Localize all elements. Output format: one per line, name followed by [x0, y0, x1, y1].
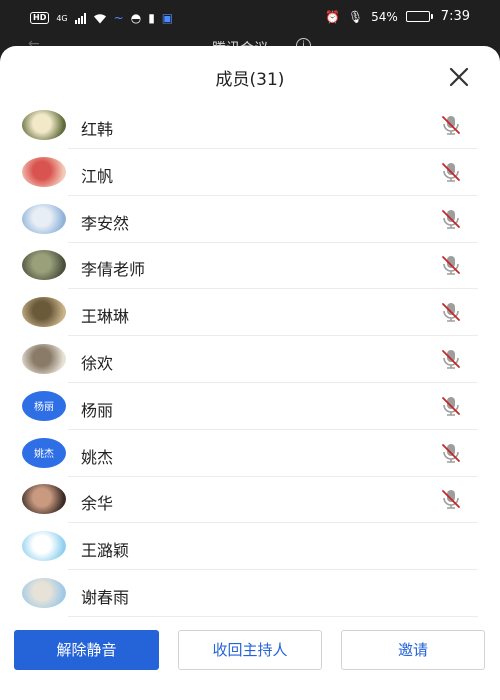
avatar [22, 344, 66, 374]
member-row[interactable]: 杨丽 杨丽 [0, 383, 500, 430]
member-name: 杨丽 [81, 400, 114, 420]
member-row[interactable]: 王潞颖 [0, 523, 500, 571]
avatar [22, 297, 66, 328]
member-name: 红韩 [81, 120, 114, 139]
mic-muted-icon[interactable] [440, 114, 462, 136]
mic-muted-icon[interactable] [440, 301, 462, 323]
member-row[interactable]: 李安然 [0, 196, 500, 243]
member-row[interactable]: 江帆 [0, 149, 500, 196]
avatar: 姚杰 [22, 437, 66, 468]
avatar [22, 203, 66, 234]
reclaim-host-button[interactable]: 收回主持人 [178, 630, 322, 670]
clock: 7:39 [440, 9, 470, 24]
battery-icon [405, 11, 433, 22]
member-name: 余华 [81, 494, 114, 514]
avatar [22, 110, 66, 140]
avatar [22, 156, 66, 187]
member-name: 江帆 [81, 166, 114, 186]
mic-status-icon: 🎙 [347, 9, 364, 24]
sheet-header: 成员(31) [0, 46, 500, 102]
member-name: 徐欢 [81, 354, 114, 373]
member-name: 谢春雨 [81, 588, 130, 607]
avatar [22, 578, 66, 608]
status-left: HD 4G ~ ◓ ▮ ▣ [30, 11, 173, 25]
row-divider [68, 616, 478, 617]
invite-button[interactable]: 邀请 [341, 630, 485, 670]
battery-percent: 54% [371, 9, 398, 24]
avatar [22, 531, 66, 562]
avatar-initials: 杨丽 [34, 402, 54, 414]
avatar [22, 484, 66, 515]
member-row[interactable]: 姚杰 姚杰 [0, 430, 500, 477]
member-row[interactable]: 徐欢 [0, 336, 500, 383]
close-button[interactable] [446, 66, 472, 88]
network-type: 4G [56, 13, 68, 23]
status-right: ⏰ 🎙 54% 7:39 [325, 9, 470, 24]
member-name: 王琳琳 [81, 307, 130, 327]
member-name: 姚杰 [81, 447, 114, 467]
mic-muted-icon[interactable] [440, 348, 462, 370]
mic-muted-icon[interactable] [440, 254, 462, 276]
mic-muted-icon[interactable] [440, 208, 462, 230]
signal-icon [74, 12, 86, 24]
wifi-icon [93, 13, 106, 23]
member-name: 李倩老师 [81, 260, 146, 280]
mic-muted-icon[interactable] [440, 442, 462, 464]
member-name: 王潞颖 [81, 541, 130, 561]
mic-muted-icon[interactable] [440, 395, 462, 417]
avatar-initials: 姚杰 [34, 449, 54, 461]
link-icon: ~ [113, 11, 124, 25]
unmute-all-button[interactable]: 解除静音 [14, 630, 159, 670]
member-row[interactable]: 李倩老师 [0, 242, 500, 290]
avatar: 杨丽 [22, 390, 66, 421]
app-notify-icon: ▮ [148, 11, 155, 25]
alarm-icon: ⏰ [324, 9, 340, 24]
sheet-title: 成员(31) [215, 70, 285, 90]
qq-icon: ◓ [130, 11, 142, 25]
avatar [22, 250, 66, 281]
member-name: 李安然 [81, 213, 130, 233]
mic-muted-icon[interactable] [440, 161, 462, 183]
footer-actions: 解除静音 收回主持人 邀请 [0, 622, 500, 700]
member-row[interactable]: 红韩 [0, 102, 500, 149]
members-sheet: 成员(31) 红韩 江帆 李安然 李倩老师 王琳琳 徐欢 杨丽 杨丽 姚杰 姚杰 余华 王潞颖 谢春雨 … [0, 46, 500, 700]
close-icon [449, 67, 469, 87]
member-row[interactable]: 谢春雨 [0, 570, 500, 617]
mic-muted-icon[interactable] [440, 488, 462, 510]
member-row[interactable]: 余华 [0, 476, 500, 524]
hd-badge: HD [30, 12, 50, 24]
member-row[interactable]: 王琳琳 [0, 289, 500, 337]
status-bar: HD 4G ~ ◓ ▮ ▣ ⏰ 🎙 54% 7:39 [0, 0, 500, 36]
meeting-app-icon: ▣ [161, 11, 174, 25]
